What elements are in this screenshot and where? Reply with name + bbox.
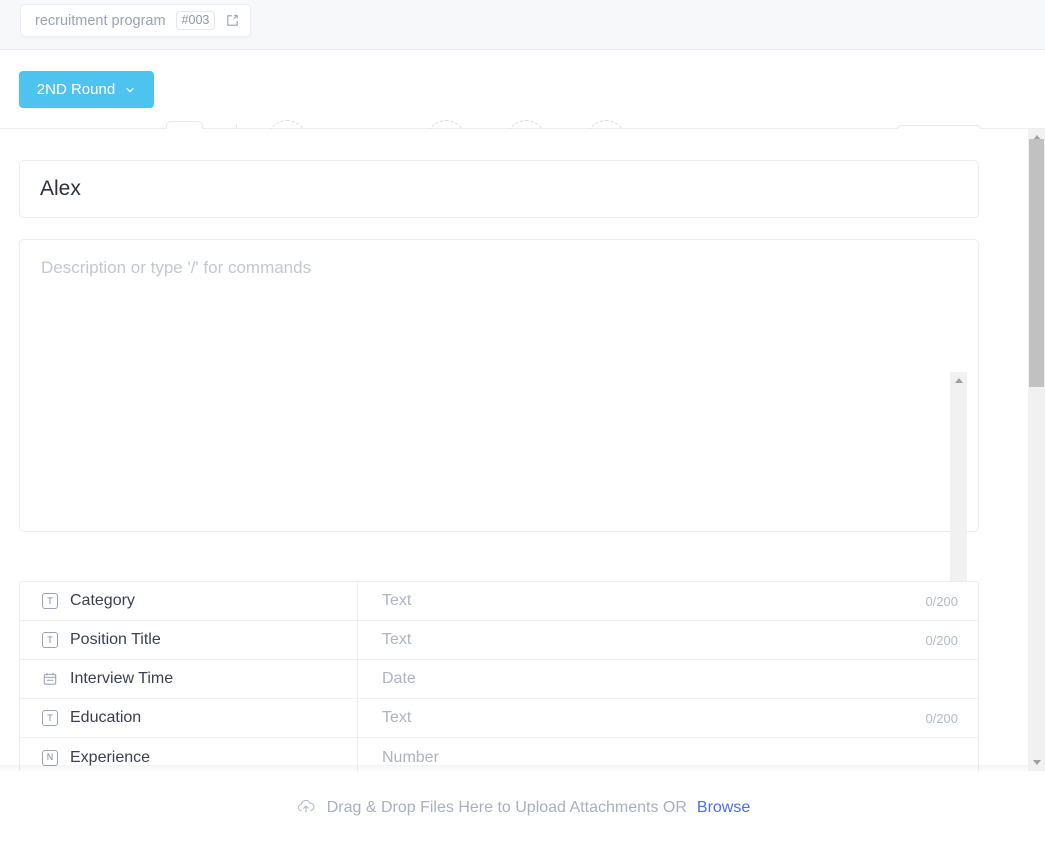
- field-placeholder: Text: [382, 631, 411, 649]
- char-counter: 0/200: [925, 711, 958, 726]
- field-name-cell: T Education: [20, 699, 358, 737]
- field-value-cell[interactable]: Number: [358, 738, 978, 771]
- task-name-field[interactable]: Alex: [19, 160, 979, 218]
- task-description-field[interactable]: Description or type '/' for commands: [19, 239, 979, 532]
- table-row[interactable]: T Education Text 0/200: [20, 699, 978, 738]
- open-in-new-icon[interactable]: [225, 13, 240, 28]
- field-label: Category: [70, 592, 135, 610]
- number-type-icon: N: [41, 749, 59, 767]
- field-label: Interview Time: [70, 670, 173, 688]
- field-placeholder: Number: [382, 749, 439, 767]
- status-label: 2ND Round: [37, 81, 115, 98]
- text-type-icon: T: [41, 631, 59, 649]
- table-row[interactable]: T Category Text 0/200: [20, 582, 978, 621]
- field-value-cell[interactable]: Text 0/200: [358, 699, 978, 737]
- scroll-up-arrow-icon[interactable]: [950, 372, 967, 389]
- description-scrollbar[interactable]: [950, 372, 967, 615]
- description-placeholder: Description or type '/' for commands: [41, 258, 311, 278]
- task-name-value: Alex: [40, 177, 81, 201]
- char-counter: 0/200: [925, 633, 958, 648]
- toolbar: 2ND Round: [0, 50, 1045, 129]
- tab-strip: recruitment program #003: [0, 0, 1045, 50]
- tab-recruitment-program[interactable]: recruitment program #003: [20, 4, 251, 37]
- scroll-down-arrow-icon[interactable]: [1028, 754, 1045, 771]
- field-type-glyph: N: [42, 750, 58, 766]
- field-label: Position Title: [70, 631, 161, 649]
- field-placeholder: Text: [382, 709, 411, 727]
- field-type-glyph: T: [42, 632, 58, 648]
- text-type-icon: T: [41, 709, 59, 727]
- text-type-icon: T: [41, 592, 59, 610]
- field-value-cell[interactable]: Text 0/200: [358, 621, 978, 659]
- cloud-upload-icon: [295, 795, 317, 822]
- browse-link[interactable]: Browse: [697, 799, 750, 817]
- field-name-cell: T Position Title: [20, 621, 358, 659]
- field-label: Experience: [70, 749, 150, 767]
- task-detail-scroll-area: Alex Description or type '/' for command…: [0, 129, 1028, 771]
- table-row[interactable]: Interview Time Date: [20, 660, 978, 699]
- field-name-cell: T Category: [20, 582, 358, 620]
- attachment-dropzone[interactable]: Drag & Drop Files Here to Upload Attachm…: [0, 773, 1045, 843]
- field-value-cell[interactable]: Text 0/200: [358, 582, 978, 620]
- chevron-down-icon: [124, 84, 136, 96]
- field-label: Education: [70, 709, 141, 727]
- page-scrollbar[interactable]: [1028, 129, 1045, 771]
- table-row[interactable]: T Position Title Text 0/200: [20, 621, 978, 660]
- field-type-glyph: T: [42, 593, 58, 609]
- field-type-glyph: T: [42, 710, 58, 726]
- tab-title: recruitment program: [35, 13, 166, 29]
- tab-id-badge: #003: [176, 11, 216, 30]
- date-type-icon: [41, 670, 59, 688]
- field-placeholder: Date: [382, 670, 416, 688]
- field-name-cell: N Experience: [20, 738, 358, 771]
- custom-fields-table: T Category Text 0/200 T Position Title T…: [19, 581, 979, 771]
- field-name-cell: Interview Time: [20, 660, 358, 698]
- page-scrollbar-thumb[interactable]: [1029, 139, 1044, 387]
- field-value-cell[interactable]: Date: [358, 660, 978, 698]
- dropzone-prompt: Drag & Drop Files Here to Upload Attachm…: [327, 799, 687, 817]
- field-placeholder: Text: [382, 592, 411, 610]
- status-dropdown-button[interactable]: 2ND Round: [19, 71, 154, 108]
- table-row[interactable]: N Experience Number: [20, 738, 978, 771]
- char-counter: 0/200: [925, 594, 958, 609]
